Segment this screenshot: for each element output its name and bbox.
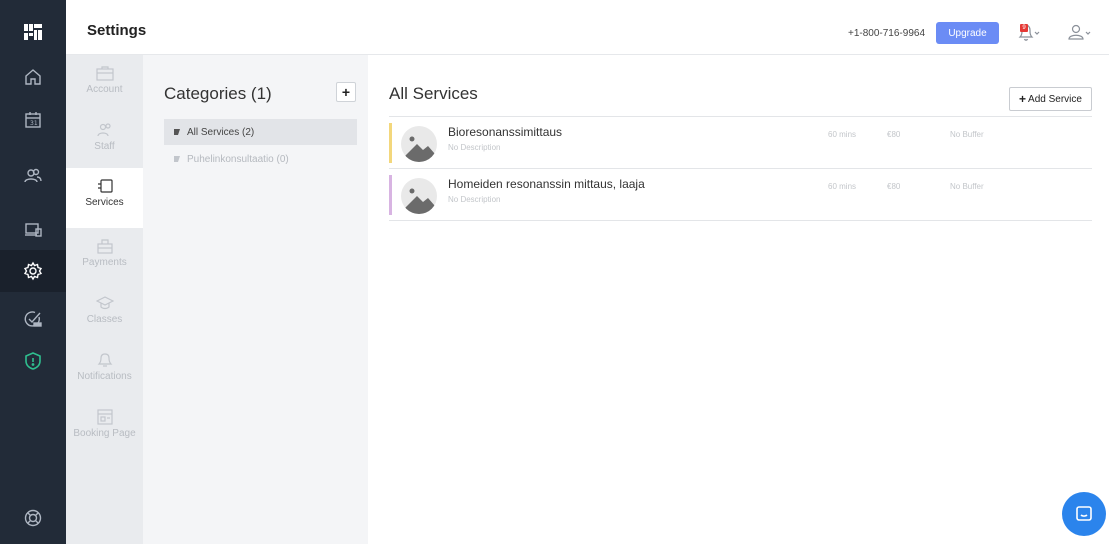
subnav-staff[interactable]: Staff <box>66 112 143 168</box>
check-circle-icon <box>24 311 42 327</box>
subnav-account[interactable]: Account <box>66 55 143 111</box>
tag-icon <box>174 156 180 162</box>
rail-support[interactable] <box>0 497 66 539</box>
gear-icon <box>23 261 43 281</box>
rail-calendar[interactable]: 31 <box>0 99 66 141</box>
subnav-notifications[interactable]: Notifications <box>66 342 143 398</box>
service-duration: 60 mins <box>828 182 857 191</box>
page-title: Settings <box>87 22 147 39</box>
lifebuoy-icon <box>24 509 42 527</box>
rail-tasks[interactable] <box>0 298 66 340</box>
subnav-label: Staff <box>94 141 115 152</box>
categories-panel: Categories (1) + All Services (2) Puheli… <box>143 55 368 544</box>
services-icon <box>97 179 113 193</box>
image-placeholder-icon <box>405 136 435 162</box>
app-logo-icon[interactable] <box>24 24 42 40</box>
chat-launcher-button[interactable] <box>1062 492 1106 536</box>
app: 31 Settings +1-800-716-9964 Upgrade 9 Ac… <box>0 0 1109 544</box>
svg-text:31: 31 <box>30 120 38 127</box>
phone-number[interactable]: +1-800-716-9964 <box>848 28 925 39</box>
category-item[interactable]: Puhelinkonsultaatio (0) <box>164 146 357 172</box>
briefcase-icon <box>95 66 114 81</box>
shield-icon <box>25 352 41 370</box>
rail-devices[interactable] <box>0 209 66 251</box>
user-icon <box>1068 24 1091 40</box>
service-buffer: No Buffer <box>950 130 984 139</box>
rail-home[interactable] <box>0 56 66 98</box>
services-panel: All Services + Add Service Bioresonanssim… <box>368 55 1109 544</box>
notifications-button[interactable]: 9 <box>1016 22 1042 44</box>
service-price: €80 <box>887 130 901 139</box>
devices-icon <box>25 223 42 237</box>
service-duration: 60 mins <box>828 130 857 139</box>
service-description: No Description <box>448 143 501 152</box>
upgrade-button[interactable]: Upgrade <box>936 22 999 44</box>
subnav-label: Booking Page <box>73 428 136 439</box>
staff-icon <box>96 123 111 137</box>
services-title: All Services <box>389 84 478 103</box>
subnav-label: Payments <box>82 257 127 268</box>
services-list: Bioresonanssimittaus No Description 60 m… <box>389 116 1092 221</box>
notification-badge: 9 <box>1020 24 1028 32</box>
service-buffer: No Buffer <box>950 182 984 191</box>
payments-icon <box>96 239 113 254</box>
categories-title: Categories (1) <box>164 84 272 103</box>
category-item[interactable]: All Services (2) <box>164 119 357 145</box>
service-price: €80 <box>887 182 901 191</box>
service-row[interactable]: Bioresonanssimittaus No Description 60 m… <box>389 117 1092 169</box>
chat-icon <box>1076 506 1092 521</box>
main-rail: 31 <box>0 0 66 544</box>
subnav-label: Services <box>85 197 124 208</box>
category-label: All Services (2) <box>187 126 255 138</box>
service-image <box>401 126 437 162</box>
classes-icon <box>95 296 114 310</box>
booking-page-icon <box>96 409 113 425</box>
service-name: Bioresonanssimittaus <box>448 125 563 139</box>
rail-security[interactable] <box>0 340 66 382</box>
rail-customers[interactable] <box>0 155 66 197</box>
subnav-services[interactable]: Services <box>66 168 143 228</box>
subnav-label: Account <box>86 84 123 95</box>
subnav-label: Notifications <box>77 371 132 382</box>
plus-icon: + <box>1019 92 1027 106</box>
category-label: Puhelinkonsultaatio (0) <box>187 153 289 165</box>
service-color-bar <box>389 123 392 163</box>
bell-icon <box>97 353 112 367</box>
subnav-payments[interactable]: Payments <box>66 228 143 284</box>
add-category-button[interactable]: + <box>336 82 356 102</box>
service-description: No Description <box>448 195 501 204</box>
settings-subnav: Account Staff Services Payments Classes … <box>66 55 143 544</box>
service-row[interactable]: Homeiden resonanssin mittaus, laaja No D… <box>389 169 1092 221</box>
service-color-bar <box>389 175 392 215</box>
calendar-icon: 31 <box>25 112 41 128</box>
subnav-label: Classes <box>86 314 123 325</box>
tag-icon <box>174 129 180 135</box>
add-service-label: Add Service <box>1028 93 1082 105</box>
service-name: Homeiden resonanssin mittaus, laaja <box>448 177 645 191</box>
image-placeholder-icon <box>405 188 435 214</box>
rail-settings[interactable] <box>0 250 66 292</box>
service-image <box>401 178 437 214</box>
home-icon <box>25 69 41 85</box>
add-service-button[interactable]: + Add Service <box>1009 87 1092 111</box>
user-menu[interactable] <box>1067 22 1093 44</box>
subnav-booking-page[interactable]: Booking Page <box>66 399 143 455</box>
top-header: Settings +1-800-716-9964 Upgrade 9 <box>66 0 1109 55</box>
users-icon <box>24 168 42 183</box>
subnav-classes[interactable]: Classes <box>66 285 143 341</box>
